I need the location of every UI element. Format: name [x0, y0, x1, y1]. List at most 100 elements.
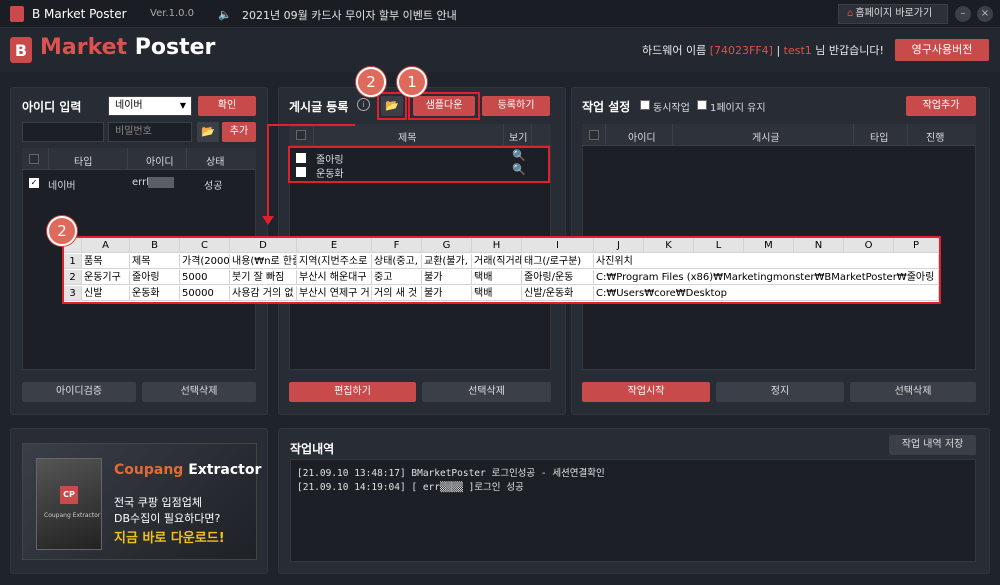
sheet-cell: 교환(불가,	[422, 254, 472, 269]
account-row-type: 네이버	[48, 181, 76, 192]
sheet-cell: 사용감 거의 없	[230, 286, 297, 301]
col-title: 제목	[398, 133, 417, 144]
home-button-label: 홈페이지 바로가기	[855, 8, 933, 19]
col-status: 상태	[206, 157, 225, 168]
sheet-cell: 운동기구	[82, 270, 130, 285]
verify-id-button[interactable]: 아이디검증	[22, 382, 136, 402]
sheet-col-header: H	[472, 238, 522, 253]
sheet-col-header: K	[644, 238, 694, 253]
folder-icon[interactable]: 📂	[197, 122, 219, 142]
add-job-button[interactable]: 작업추가	[906, 96, 976, 116]
arrow-down-icon	[262, 216, 274, 225]
keep-page-label: 1페이지 유지	[710, 103, 766, 114]
keep-page-checkbox[interactable]	[697, 100, 707, 110]
jobs-delete-button[interactable]: 선택삭제	[850, 382, 976, 402]
save-history-button[interactable]: 작업 내역 저장	[889, 435, 976, 455]
sheet-col-header: B	[130, 238, 180, 253]
log-line: [21.09.10 13:48:17] BMarketPoster 로그인성공 …	[297, 468, 605, 479]
account-row-checkbox[interactable]: ✓	[29, 178, 39, 188]
logo-text: Market Poster	[40, 35, 215, 60]
col-job-id: 아이디	[628, 133, 656, 144]
sheet-cell: 불가	[422, 270, 472, 285]
brand-extractor: Extractor	[183, 462, 262, 478]
jobs-select-all-checkbox[interactable]	[589, 130, 599, 140]
sheet-col-header: F	[372, 238, 422, 253]
password-input[interactable]: 비밀번호	[108, 122, 192, 142]
minimize-icon[interactable]: –	[955, 6, 971, 22]
account-delete-button[interactable]: 선택삭제	[142, 382, 256, 402]
sheet-cell: 상태(중고,	[372, 254, 422, 269]
title-bar: B Market Poster Ver.1.0.0 🔈 2021년 09월 카드…	[0, 0, 1000, 28]
account-row-status: 성공	[204, 181, 223, 192]
site-select[interactable]: 네이버 ▼	[108, 96, 192, 116]
id-input[interactable]	[22, 122, 104, 142]
sheet-col-header: O	[844, 238, 894, 253]
home-button[interactable]: ⌂ 홈페이지 바로가기	[838, 4, 948, 24]
start-job-button[interactable]: 작업시작	[582, 382, 710, 402]
sheet-cell: 지역(지번주소로	[297, 254, 372, 269]
sheet-cell: 신발	[82, 286, 130, 301]
confirm-button[interactable]: 확인	[198, 96, 256, 116]
banner-line2: DB수집이 필요하다면?	[114, 512, 221, 525]
product-box-logo: CP	[60, 486, 78, 504]
welcome-text: 님 반갑습니다!	[811, 44, 884, 57]
logo-icon: B	[10, 37, 32, 63]
sheet-cell: 내용(₩n로 한줄	[230, 254, 297, 269]
hw-label: 하드웨어 이름	[642, 44, 710, 57]
info-icon[interactable]: i	[357, 98, 370, 111]
user-name: test1	[783, 44, 812, 57]
speaker-icon: 🔈	[218, 8, 232, 21]
banner-line1: 전국 쿠팡 입점업체	[114, 496, 202, 509]
posts-delete-button[interactable]: 선택삭제	[422, 382, 551, 402]
col-job-progress: 진행	[926, 133, 945, 144]
sheet-cell: 태그(/로구분)	[522, 254, 594, 269]
notice-link[interactable]: 2021년 09월 카드사 무이자 할부 이벤트 안내	[242, 7, 457, 23]
add-account-button[interactable]: 추가	[222, 122, 256, 142]
sheet-cell: 운동화	[130, 286, 180, 301]
col-id: 아이디	[146, 157, 174, 168]
arrow-line	[267, 124, 355, 126]
app-name: B Market Poster	[32, 7, 127, 21]
posts-select-all-checkbox[interactable]	[296, 130, 306, 140]
col-job-type: 타입	[870, 133, 889, 144]
sheet-col-header: A	[82, 238, 130, 253]
close-icon[interactable]: ×	[977, 6, 993, 22]
col-type: 타입	[74, 157, 93, 168]
concurrent-checkbox[interactable]	[640, 100, 650, 110]
license-button[interactable]: 영구사용버전	[895, 39, 989, 61]
sheet-cell: 줄아링	[130, 270, 180, 285]
log-line: [21.09.10 14:19:04] [ err▒▒▒▒ ]로그인 성공	[297, 482, 524, 493]
hardware-info: 하드웨어 이름 [74023FF4] | test1 님 반갑습니다!	[642, 42, 884, 58]
sheet-cell: 50000	[180, 286, 230, 301]
site-select-value: 네이버	[115, 100, 143, 111]
banner-line3: 지금 바로 다운로드!	[114, 531, 225, 546]
account-row-id: errl	[132, 177, 149, 188]
product-box-label: Coupang Extractor	[44, 512, 101, 519]
sample-spreadsheet: A B C D E F G H I J K L M N O P 1 품목 제목 가격(2000 내용(₩n로 한줄 지역(…	[62, 236, 941, 304]
register-button[interactable]: 등록하기	[482, 96, 550, 116]
sheet-col-header: M	[744, 238, 794, 253]
step-badge: 1	[397, 67, 427, 97]
sheet-cell: 5000	[180, 270, 230, 285]
sheet-col-header: L	[694, 238, 744, 253]
sheet-col-header: P	[894, 238, 939, 253]
sheet-cell: 붓기 잘 빠짐	[230, 270, 297, 285]
stop-button[interactable]: 정지	[716, 382, 844, 402]
product-box	[36, 458, 102, 550]
account-select-all-checkbox[interactable]	[29, 154, 39, 164]
col-job-post: 게시글	[752, 133, 780, 144]
sheet-cell: 택배	[472, 270, 522, 285]
sheet-row-header: 3	[64, 286, 82, 301]
step-badge: 2	[356, 67, 386, 97]
step-badge: 2	[47, 216, 77, 246]
edit-button[interactable]: 편집하기	[289, 382, 416, 402]
sheet-cell: 줄아링/운동	[522, 270, 594, 285]
sheet-cell: 불가	[422, 286, 472, 301]
sheet-row-header: 2	[64, 270, 82, 285]
arrow-line	[267, 124, 269, 220]
app-version: Ver.1.0.0	[150, 8, 195, 19]
sheet-cell: 가격(2000	[180, 254, 230, 269]
sheet-cell: 중고	[372, 270, 422, 285]
sheet-cell: 신발/운동화	[522, 286, 594, 301]
sheet-cell: 품목	[82, 254, 130, 269]
